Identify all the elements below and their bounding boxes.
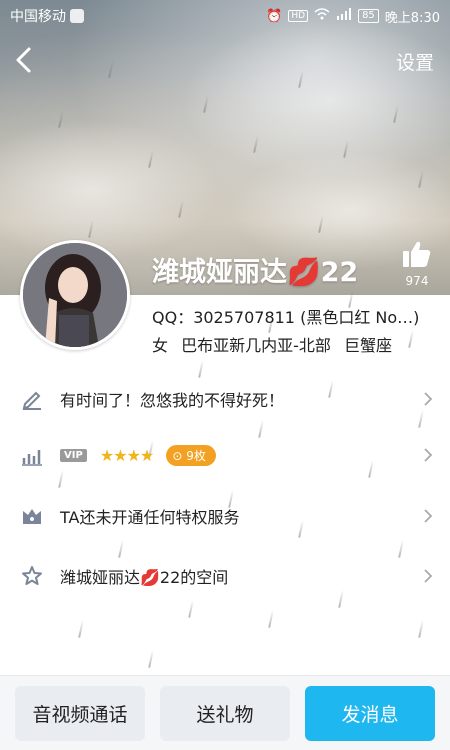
- signature-text: 有时间了！忽悠我的不得好死！: [60, 391, 285, 410]
- vip-badge: VIP: [60, 448, 87, 462]
- edit-icon: [20, 387, 44, 411]
- chevron-right-icon: [424, 509, 433, 523]
- hd-icon: HD: [288, 10, 309, 22]
- coin-icon: ⊙: [172, 448, 187, 463]
- signal-icon: [336, 8, 352, 24]
- gender-label: 女: [152, 336, 169, 355]
- level-chart-icon: [20, 443, 44, 467]
- gift-button[interactable]: 送礼物: [160, 686, 290, 741]
- status-bar: 中国移动 ⏰ HD 85 晚上8:30: [0, 0, 450, 32]
- back-button[interactable]: [12, 46, 36, 74]
- basic-info: 女 巴布亚新几内亚-北部 巨蟹座: [152, 332, 400, 356]
- clock: 晚上8:30: [384, 10, 440, 26]
- call-button[interactable]: 音视频通话: [15, 686, 145, 741]
- carrier-label: 中国移动: [10, 9, 66, 25]
- chevron-left-icon: [16, 47, 31, 73]
- space-text: 潍城娅丽达💋22的空间: [60, 568, 229, 587]
- thumbs-up-icon: [403, 241, 431, 267]
- location-label: 巴布亚新几内亚-北部: [181, 336, 331, 355]
- chevron-right-icon: [424, 392, 433, 406]
- avatar[interactable]: [20, 240, 130, 350]
- chevron-right-icon: [424, 569, 433, 583]
- crown-box-icon: [20, 504, 44, 528]
- space-row[interactable]: 潍城娅丽达💋22的空间: [0, 548, 450, 604]
- level-row[interactable]: VIP ★★★★ ⊙ 9枚: [0, 427, 450, 483]
- like-button[interactable]: 974: [400, 240, 434, 288]
- message-button[interactable]: 发消息: [305, 686, 435, 741]
- chevron-right-icon: [424, 448, 433, 462]
- action-bar: 音视频通话 送礼物 发消息: [0, 675, 450, 750]
- vip-stars: ★★★★: [99, 445, 154, 465]
- wifi-icon: [314, 8, 330, 24]
- level-info: VIP ★★★★ ⊙ 9枚: [60, 444, 422, 466]
- coin-badge: ⊙ 9枚: [166, 444, 216, 466]
- privilege-text: TA还未开通任何特权服务: [60, 508, 240, 527]
- signature-row[interactable]: 有时间了！忽悠我的不得好死！: [0, 371, 450, 427]
- star-icon: [20, 564, 44, 588]
- zodiac-label: 巨蟹座: [343, 336, 392, 355]
- alarm-icon: ⏰: [266, 8, 283, 24]
- settings-button[interactable]: 设置: [396, 48, 434, 75]
- carrier-app-icon: [70, 9, 84, 23]
- battery-indicator: 85: [358, 9, 379, 23]
- qq-info[interactable]: QQ：3025707811 (黑色口红 No…): [152, 304, 419, 328]
- coin-count: 9枚: [186, 448, 206, 463]
- privilege-row[interactable]: TA还未开通任何特权服务: [0, 488, 450, 544]
- like-count: 974: [405, 274, 429, 288]
- profile-name: 潍城娅丽达💋22: [152, 257, 359, 288]
